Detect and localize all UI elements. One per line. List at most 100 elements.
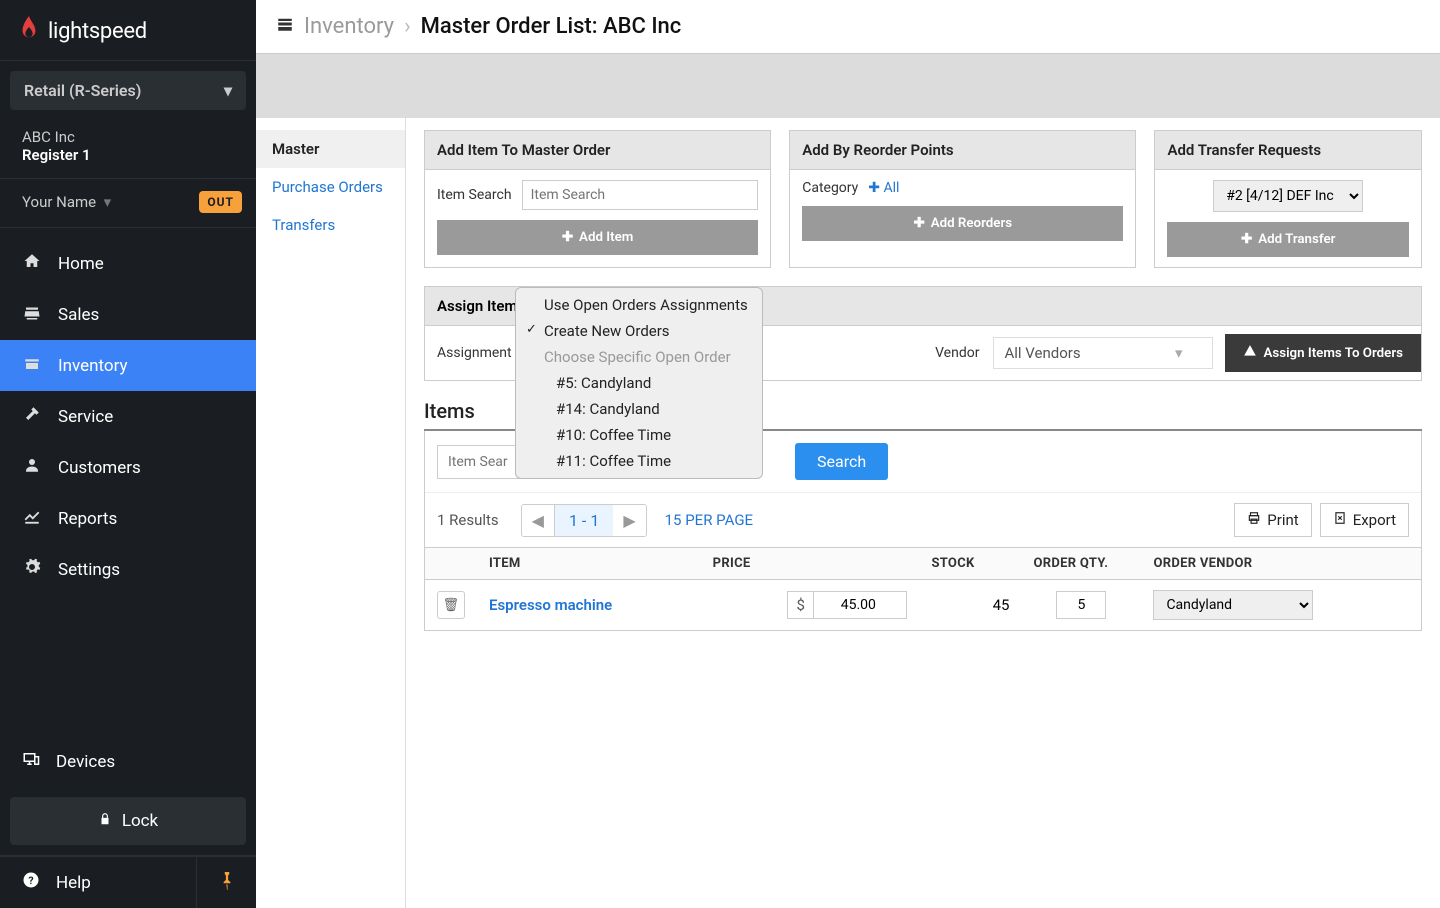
vendor-select[interactable]: All Vendors ▾ <box>993 337 1213 369</box>
panel-assign: Assign Items To Purchase Orders Assignme… <box>424 286 1422 381</box>
nav-devices[interactable]: Devices <box>0 736 256 787</box>
nav-settings[interactable]: Settings <box>0 544 256 595</box>
trash-icon: 🗑 <box>443 598 460 613</box>
pager: ◀ 1 - 1 ▶ <box>521 504 647 537</box>
content-row: Master Purchase Orders Transfers Add Ite… <box>256 118 1440 908</box>
register-icon <box>22 303 42 326</box>
subnav-master[interactable]: Master <box>256 130 405 168</box>
add-item-label: Add Item <box>579 230 633 245</box>
lock-label: Lock <box>122 811 158 831</box>
nav-label: Reports <box>58 509 117 529</box>
subnav: Master Purchase Orders Transfers <box>256 118 406 908</box>
nav-help[interactable]: ? Help <box>0 857 196 908</box>
print-label: Print <box>1267 511 1298 529</box>
inventory-icon <box>276 14 294 39</box>
item-search-input[interactable] <box>522 180 759 210</box>
category-link[interactable]: ✚ All <box>868 180 899 196</box>
nav-sales[interactable]: Sales <box>0 289 256 340</box>
dd-option-create-new[interactable]: Create New Orders <box>516 318 762 344</box>
company-block: ABC Inc Register 1 <box>0 118 256 179</box>
results-count: 1 Results <box>437 511 499 529</box>
qty-input[interactable] <box>1056 591 1106 619</box>
caret-down-icon: ▾ <box>224 81 232 100</box>
top-panels: Add Item To Master Order Item Search ✚ A… <box>424 130 1422 268</box>
export-button[interactable]: Export <box>1320 503 1409 537</box>
subnav-transfers[interactable]: Transfers <box>256 206 405 244</box>
price-input[interactable] <box>814 593 884 617</box>
add-item-button[interactable]: ✚ Add Item <box>437 220 758 255</box>
add-transfer-button[interactable]: ✚ Add Transfer <box>1167 222 1409 257</box>
item-search-label: Item Search <box>437 187 512 203</box>
dd-option-po-10[interactable]: #10: Coffee Time <box>516 422 762 448</box>
nav-label: Inventory <box>58 356 128 376</box>
assignment-label: Assignment <box>437 345 526 361</box>
toolbar-band <box>256 54 1440 118</box>
assignment-dropdown: Use Open Orders Assignments Create New O… <box>515 287 763 479</box>
nav-label: Home <box>58 254 104 274</box>
dd-option-po-5[interactable]: #5: Candyland <box>516 370 762 396</box>
pager-prev[interactable]: ◀ <box>522 505 555 536</box>
nav-home[interactable]: Home <box>0 238 256 289</box>
work-area: Add Item To Master Order Item Search ✚ A… <box>406 118 1440 908</box>
page-title: Master Order List: ABC Inc <box>421 14 682 39</box>
print-button[interactable]: Print <box>1234 503 1311 537</box>
chevron-right-icon: › <box>404 14 411 39</box>
panel-add-item: Add Item To Master Order Item Search ✚ A… <box>424 130 771 268</box>
col-stock: STOCK <box>919 548 1021 580</box>
col-item: ITEM <box>477 548 701 580</box>
vendor-label: Vendor <box>921 345 993 361</box>
row-vendor-select[interactable]: Candyland <box>1153 590 1313 620</box>
dd-option-po-14[interactable]: #14: Candyland <box>516 396 762 422</box>
transfer-select[interactable]: #2 [4/12] DEF Inc <box>1213 180 1363 212</box>
nav-label: Service <box>58 407 113 427</box>
panel-head-add-item: Add Item To Master Order <box>425 131 770 170</box>
panel-add-reorders: Add By Reorder Points Category ✚ All ✚ A… <box>789 130 1136 268</box>
panel-add-transfer: Add Transfer Requests #2 [4/12] DEF Inc … <box>1154 130 1422 268</box>
lock-icon <box>98 811 112 831</box>
add-reorders-button[interactable]: ✚ Add Reorders <box>802 206 1123 241</box>
series-select[interactable]: Retail (R-Series) ▾ <box>10 71 246 110</box>
panel-head-reorders: Add By Reorder Points <box>790 131 1135 170</box>
pin-icon <box>220 872 234 894</box>
devices-icon <box>22 750 40 773</box>
chevron-left-icon: ◀ <box>532 511 544 530</box>
export-label: Export <box>1353 511 1396 529</box>
col-price: PRICE <box>701 548 920 580</box>
main: Inventory › Master Order List: ABC Inc M… <box>256 0 1440 908</box>
dd-option-po-11[interactable]: #11: Coffee Time <box>516 448 762 474</box>
logo-text: lightspeed <box>48 19 147 44</box>
caret-down-icon: ▾ <box>1175 344 1183 362</box>
pager-next[interactable]: ▶ <box>613 505 645 536</box>
series-label: Retail (R-Series) <box>24 81 141 100</box>
pin-button[interactable] <box>196 857 256 908</box>
nav-service[interactable]: Service <box>0 391 256 442</box>
breadcrumb: Inventory › Master Order List: ABC Inc <box>256 0 1440 54</box>
plus-icon: ✚ <box>914 216 925 231</box>
lock-button-wrap: Lock <box>0 787 256 856</box>
user-row[interactable]: Your Name ▾ OUT <box>0 179 256 228</box>
plus-icon: ✚ <box>1241 232 1252 247</box>
box-icon <box>22 354 42 377</box>
dd-option-use-open[interactable]: Use Open Orders Assignments <box>516 292 762 318</box>
out-badge[interactable]: OUT <box>199 191 242 213</box>
nav-label: Settings <box>58 560 120 580</box>
nav-label: Devices <box>56 752 115 772</box>
home-icon <box>22 252 42 275</box>
breadcrumb-section[interactable]: Inventory <box>304 14 394 39</box>
add-transfer-label: Add Transfer <box>1258 232 1335 247</box>
dd-option-choose-specific: Choose Specific Open Order <box>516 344 762 370</box>
search-button[interactable]: Search <box>795 443 888 480</box>
lock-button[interactable]: Lock <box>10 797 246 845</box>
main-nav: Home Sales Inventory Service Customers <box>0 228 256 736</box>
per-page-select[interactable]: 15 PER PAGE <box>665 511 753 529</box>
bottom-row: ? Help <box>0 856 256 908</box>
nav-reports[interactable]: Reports <box>0 493 256 544</box>
subnav-purchase-orders[interactable]: Purchase Orders <box>256 168 405 206</box>
assign-items-button[interactable]: Assign Items To Orders <box>1225 334 1421 372</box>
item-link[interactable]: Espresso machine <box>489 596 612 614</box>
delete-row-button[interactable]: 🗑 <box>437 591 465 619</box>
nav-customers[interactable]: Customers <box>0 442 256 493</box>
pager-range: 1 - 1 <box>555 505 613 536</box>
nav-inventory[interactable]: Inventory <box>0 340 256 391</box>
plus-icon: ✚ <box>562 230 573 245</box>
